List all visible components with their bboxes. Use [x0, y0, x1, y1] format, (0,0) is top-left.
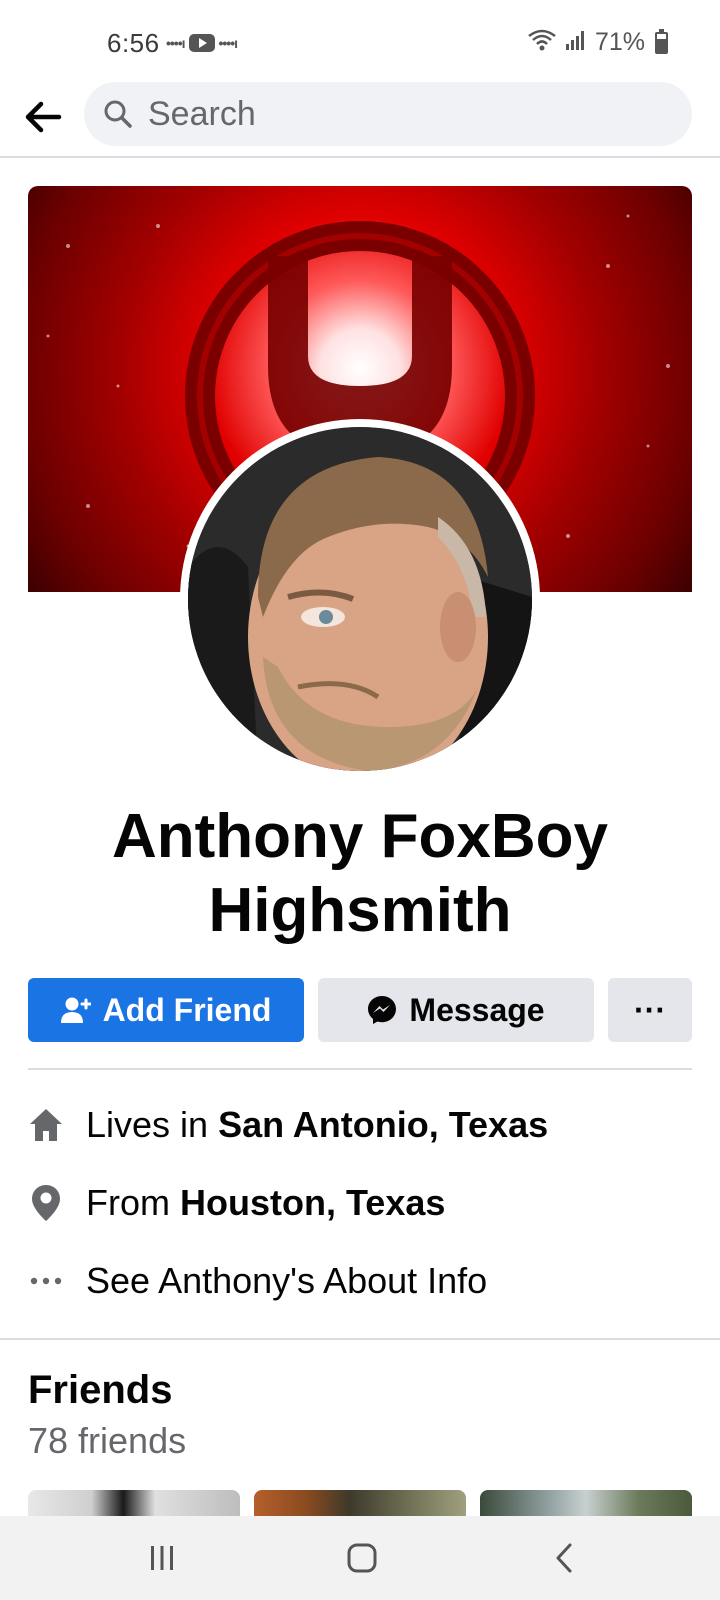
search-input[interactable] [148, 94, 648, 134]
signal-dots-icon: ••••ı [166, 35, 185, 51]
message-label: Message [409, 991, 545, 1028]
lives-in-place[interactable]: San Antonio, Texas [218, 1104, 548, 1145]
home-icon [347, 1543, 377, 1573]
friends-count: 78 friends [28, 1420, 187, 1461]
friends-heading: Friends [28, 1368, 173, 1412]
recent-apps-icon [151, 1546, 173, 1570]
back-button[interactable] [22, 96, 64, 138]
youtube-icon [188, 34, 215, 52]
status-notification-icons: ••••ı ••••ı [166, 34, 238, 52]
location-pin-icon [28, 1183, 64, 1223]
from-place[interactable]: Houston, Texas [180, 1182, 445, 1223]
arrow-left-icon [25, 101, 62, 133]
wifi-icon [527, 28, 557, 57]
divider [28, 1068, 692, 1070]
more-dots-icon: ··· [634, 991, 666, 1028]
search-icon [102, 98, 134, 130]
add-friend-label: Add Friend [102, 991, 272, 1028]
section-divider [0, 1338, 720, 1340]
see-about-link[interactable]: See Anthony's About Info [86, 1260, 487, 1302]
info-lives-in: Lives in San Antonio, Texas [28, 1100, 692, 1150]
profile-picture-ring[interactable] [180, 419, 540, 779]
avatar[interactable] [188, 427, 532, 771]
ellipsis-icon [28, 1261, 64, 1301]
more-options-button[interactable]: ··· [608, 978, 692, 1042]
back-nav-button[interactable] [534, 1536, 594, 1580]
profile-name: Anthony FoxBoy Highsmith [112, 802, 608, 945]
info-from: From Houston, Texas [28, 1178, 692, 1228]
add-person-icon [60, 996, 91, 1024]
from-text: From Houston, Texas [86, 1182, 445, 1224]
back-chevron-icon [556, 1543, 572, 1573]
home-icon [28, 1105, 64, 1145]
lives-in-text: Lives in San Antonio, Texas [86, 1104, 548, 1146]
status-system-icons: 71% [527, 28, 668, 57]
profile-photo-illustration [188, 427, 532, 771]
lives-in-prefix: Lives in [86, 1104, 219, 1145]
signal-dots-icon: ••••ı [218, 35, 238, 51]
status-time: 6:56 [107, 28, 160, 58]
status-bar: 6:56 ••••ı ••••ı 71% [0, 0, 720, 80]
search-header [0, 80, 720, 158]
recent-apps-button[interactable] [132, 1536, 192, 1580]
home-nav-button[interactable] [332, 1536, 392, 1580]
from-prefix: From [86, 1182, 180, 1223]
messenger-icon [367, 995, 397, 1025]
cell-signal-icon [565, 29, 587, 56]
battery-percentage: 71% [594, 28, 645, 56]
message-button[interactable]: Message [318, 978, 594, 1042]
battery-icon [655, 28, 668, 54]
info-see-about[interactable]: See Anthony's About Info [28, 1256, 692, 1306]
system-nav-bar [0, 1516, 720, 1600]
search-box[interactable] [84, 82, 692, 146]
add-friend-button[interactable]: Add Friend [28, 978, 304, 1042]
